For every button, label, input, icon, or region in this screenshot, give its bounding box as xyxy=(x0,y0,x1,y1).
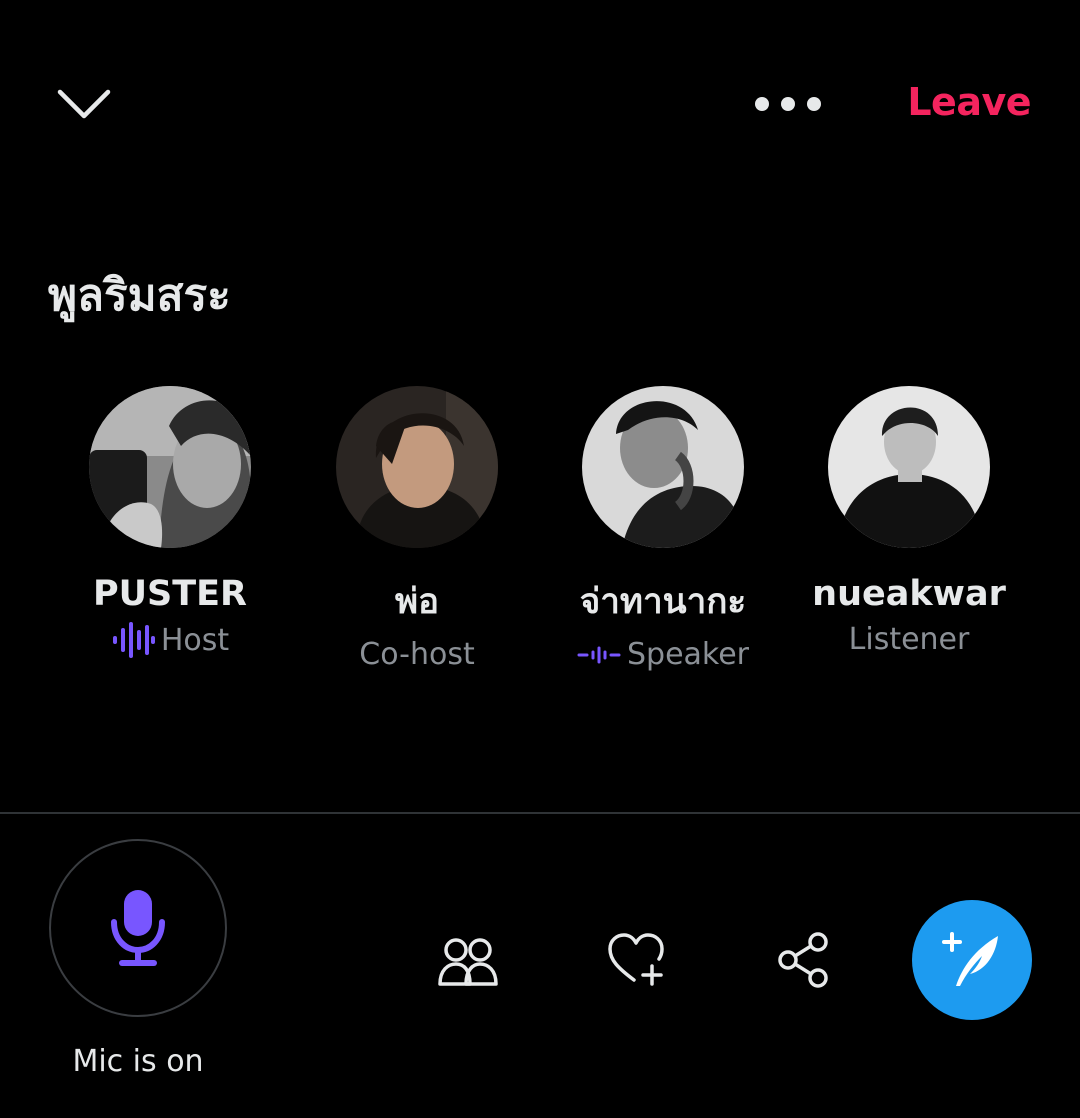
participant-puster[interactable]: PUSTER Host xyxy=(50,386,290,658)
participant-role: Listener xyxy=(848,622,970,657)
space-screen: Leave พูลริมสระ PUSTER Host พ่อ Co-host … xyxy=(0,0,1080,1118)
participant-role-row: Host xyxy=(50,622,290,658)
more-options-button[interactable] xyxy=(748,84,828,124)
divider xyxy=(0,812,1080,814)
participant-name: พ่อ xyxy=(394,582,440,622)
react-button[interactable] xyxy=(604,928,668,992)
heart-plus-icon xyxy=(608,933,664,986)
share-icon xyxy=(778,932,828,988)
people-icon xyxy=(438,938,498,986)
participant-role-row: Listener xyxy=(789,622,1029,657)
share-button[interactable] xyxy=(772,928,836,992)
participant-name: nueakwar xyxy=(812,574,1006,614)
participant-role: Host xyxy=(160,622,230,658)
participants-button[interactable] xyxy=(436,928,500,992)
chevron-down-icon xyxy=(57,89,111,119)
avatar[interactable] xyxy=(336,386,498,548)
collapse-button[interactable] xyxy=(52,78,116,132)
participant-role: Speaker xyxy=(626,637,750,672)
participant-role-row: Co-host xyxy=(297,637,537,672)
compose-feather-icon xyxy=(942,932,998,986)
microphone-icon xyxy=(111,890,165,966)
participant-name: PUSTER xyxy=(92,574,247,614)
participant-role: Co-host xyxy=(359,637,475,672)
avatar[interactable] xyxy=(582,386,744,548)
compose-tweet-button[interactable] xyxy=(912,900,1032,1020)
mic-status-label: Mic is on xyxy=(72,1044,204,1079)
speaking-waveform-icon xyxy=(112,622,155,658)
avatar[interactable] xyxy=(89,386,251,548)
space-title: พูลริมสระ xyxy=(48,270,231,321)
participant-por[interactable]: พ่อ Co-host xyxy=(297,386,537,672)
mic-toggle-button[interactable] xyxy=(49,839,227,1017)
participant-jatanaka[interactable]: จ่าทานากะ Speaker xyxy=(543,386,783,672)
leave-button[interactable]: Leave xyxy=(907,80,1031,132)
participant-role-row: Speaker xyxy=(543,637,783,672)
participant-name: จ่าทานากะ xyxy=(579,582,747,622)
speaking-waveform-icon xyxy=(577,646,621,663)
avatar[interactable] xyxy=(828,386,990,548)
more-horizontal-icon xyxy=(755,97,821,111)
participant-nueakwar[interactable]: nueakwar Listener xyxy=(789,386,1029,657)
